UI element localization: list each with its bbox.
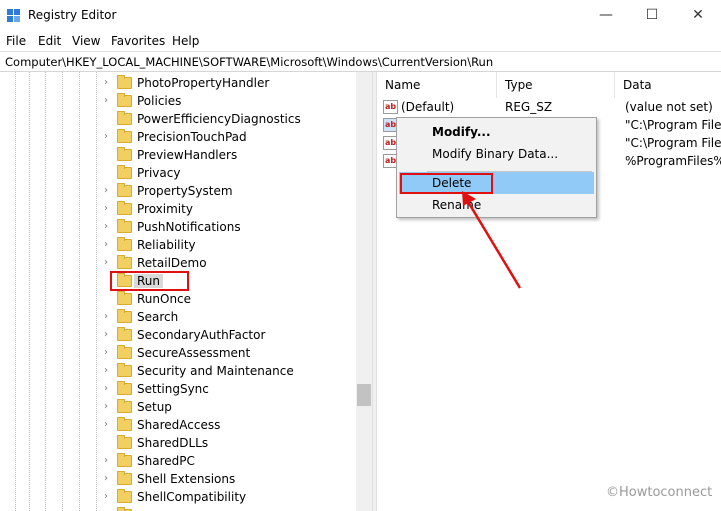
annotation-arrow-icon [462,191,522,289]
watermark: ©Howtoconnect [606,485,713,500]
